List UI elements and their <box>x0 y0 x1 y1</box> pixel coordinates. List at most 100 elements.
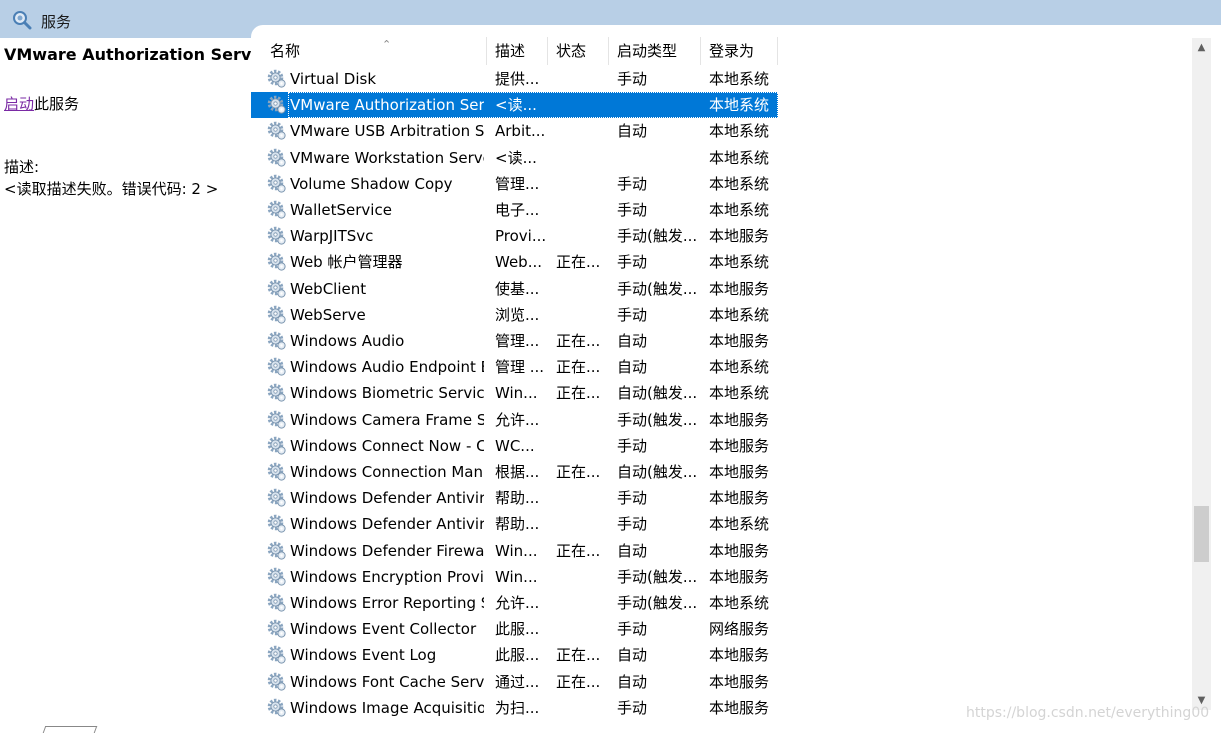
service-name-cell: Windows Connect Now - C... <box>290 436 484 455</box>
scrollbar-thumb[interactable] <box>1194 506 1209 562</box>
service-row[interactable]: Windows Connection Man... 根据... 正在... 自动(触发… <box>251 459 778 485</box>
start-service-line: 启动此服务 <box>4 93 79 114</box>
column-header-logon-as[interactable]: 登录为 <box>701 37 778 65</box>
service-logon-cell: 本地服务 <box>709 489 770 508</box>
column-header-name[interactable]: ⌃ 名称 <box>262 37 487 65</box>
service-desc-cell: <读... <box>495 148 537 167</box>
service-row[interactable]: Windows Audio 管理... 正在... 自动 本地服务 <box>251 328 778 354</box>
service-row[interactable]: WebClient 使基... 手动(触发... 本地服务 <box>251 276 778 302</box>
service-name-cell: Windows Event Log <box>290 646 437 665</box>
service-status-cell: 正在... <box>556 646 601 665</box>
service-gear-icon <box>267 646 286 664</box>
service-row[interactable]: Volume Shadow Copy 管理... 手动 本地系统 <box>251 171 778 197</box>
service-desc-cell: 浏览... <box>495 305 540 324</box>
service-name-cell: VMware USB Arbitration S... <box>290 122 484 141</box>
service-logon-cell: 本地系统 <box>709 201 770 219</box>
service-row[interactable]: WalletService 电子... 手动 本地系统 <box>251 197 778 223</box>
service-status-cell: 正在... <box>556 358 601 377</box>
service-desc-cell: 通过... <box>495 672 540 691</box>
service-logon-cell: 本地系统 <box>709 96 770 115</box>
service-desc-cell: 管理... <box>495 332 540 350</box>
service-row[interactable]: Windows Biometric Service Win... 正在... 自动(触… <box>251 380 778 406</box>
service-row[interactable]: Windows Event Log 此服... 正在... 自动 本地服务 <box>251 642 778 668</box>
service-gear-icon <box>267 148 286 167</box>
service-logon-cell: 本地服务 <box>709 646 770 665</box>
service-status-cell <box>556 197 608 223</box>
sort-ascending-icon: ⌃ <box>382 38 392 51</box>
service-status-cell <box>556 223 608 249</box>
service-name-cell: WalletService <box>290 201 392 219</box>
service-row[interactable]: VMware USB Arbitration S... Arbit... 自动 本地系… <box>251 118 778 144</box>
service-row[interactable]: WebServe 浏览... 手动 本地系统 <box>251 302 778 328</box>
service-logon-cell: 本地系统 <box>709 594 770 612</box>
column-header-description[interactable]: 描述 <box>487 37 548 65</box>
service-status-cell <box>556 564 608 590</box>
service-logon-cell: 本地服务 <box>709 463 770 481</box>
description-label: 描述: <box>4 158 40 176</box>
service-gear-icon <box>267 541 286 560</box>
service-row[interactable]: Windows Error Reporting S... 允许... 手动(触发..… <box>251 590 778 616</box>
service-gear-icon <box>267 279 286 298</box>
column-header-status[interactable]: 状态 <box>548 37 609 65</box>
service-gear-icon <box>267 226 286 245</box>
service-startup-cell: 自动 <box>617 646 648 665</box>
service-startup-cell: 手动 <box>617 436 648 455</box>
service-status-cell: 正在... <box>556 672 601 691</box>
service-gear-icon <box>267 357 286 376</box>
service-logon-cell: 本地系统 <box>709 358 770 377</box>
service-row[interactable]: WarpJITSvc Provi... 手动(触发... 本地服务 <box>251 223 778 249</box>
service-row[interactable]: Windows Connect Now - C... WC... 手动 本地服务 <box>251 433 778 459</box>
service-desc-cell: WC... <box>495 436 535 455</box>
service-logon-cell: 本地系统 <box>709 253 770 272</box>
service-row[interactable]: Windows Defender Antivir... 帮助... 手动 本地系统 <box>251 511 778 537</box>
column-header-startup-type[interactable]: 启动类型 <box>609 37 701 65</box>
service-status-cell <box>556 92 608 118</box>
service-status-cell <box>556 616 608 642</box>
service-startup-cell: 手动 <box>617 174 648 193</box>
service-row[interactable]: Windows Defender Firewall Win... 正在... 自动 本地… <box>251 538 778 564</box>
service-status-cell <box>556 118 608 144</box>
vertical-scrollbar[interactable]: ▲ ▼ <box>1192 38 1211 710</box>
service-desc-cell: 帮助... <box>495 489 540 508</box>
service-desc-cell: Win... <box>495 541 538 560</box>
service-row[interactable]: Windows Encryption Provid... Win... 手动(触发.… <box>251 564 778 590</box>
service-name-cell: WebClient <box>290 279 367 298</box>
service-logon-cell: 本地系统 <box>709 305 770 324</box>
service-row[interactable]: Windows Audio Endpoint B... 管理 ... 正在... 自动… <box>251 354 778 380</box>
service-startup-cell: 自动 <box>617 358 648 377</box>
service-row[interactable]: VMware Workstation Server <读... 本地系统 <box>251 145 778 171</box>
service-name-cell: Windows Defender Antivir... <box>290 515 484 534</box>
service-startup-cell: 自动 <box>617 332 648 350</box>
service-desc-cell: 允许... <box>495 594 540 612</box>
service-row[interactable]: Virtual Disk 提供... 手动 本地系统 <box>251 66 778 92</box>
selected-service-title: VMware Authorization Service <box>4 45 278 64</box>
service-row[interactable]: Windows Font Cache Servi... 通过... 正在... 自动 本… <box>251 669 778 695</box>
start-service-suffix: 此服务 <box>34 95 80 113</box>
service-row[interactable]: Windows Camera Frame S... 允许... 手动(触发... 本地… <box>251 407 778 433</box>
service-row[interactable]: Windows Defender Antivir... 帮助... 手动 本地服务 <box>251 485 778 511</box>
service-logon-cell: 网络服务 <box>709 620 770 639</box>
service-startup-cell: 手动 <box>617 515 648 534</box>
scroll-up-arrow-icon[interactable]: ▲ <box>1192 38 1211 57</box>
service-logon-cell: 本地服务 <box>709 332 770 350</box>
service-status-cell: 正在... <box>556 253 601 272</box>
service-startup-cell: 手动 <box>617 305 648 324</box>
service-row[interactable]: Windows Event Collector 此服... 手动 网络服务 <box>251 616 778 642</box>
service-logon-cell: 本地系统 <box>709 515 770 534</box>
service-startup-cell: 自动 <box>617 672 648 691</box>
service-logon-cell: 本地服务 <box>709 541 770 560</box>
service-row[interactable]: Windows Image Acquisitio... 为扫... 手动 本地服务 <box>251 695 778 721</box>
service-status-cell <box>556 407 608 433</box>
service-row[interactable]: Web 帐户管理器 Web... 正在... 手动 本地系统 <box>251 249 778 275</box>
service-name-cell: Web 帐户管理器 <box>290 253 403 272</box>
start-service-link[interactable]: 启动 <box>4 95 34 113</box>
service-status-cell <box>556 695 608 721</box>
column-header: ⌃ 名称 描述 状态 启动类型 登录为 <box>251 37 778 65</box>
service-desc-cell: 管理 ... <box>495 358 545 377</box>
service-startup-cell <box>617 145 699 171</box>
service-desc-cell: 为扫... <box>495 698 540 717</box>
service-logon-cell: 本地系统 <box>709 174 770 193</box>
column-header-name-label: 名称 <box>270 42 301 60</box>
service-row[interactable]: VMware Authorization Ser... <读... 本地系统 <box>251 92 778 119</box>
service-gear-icon <box>267 122 286 140</box>
